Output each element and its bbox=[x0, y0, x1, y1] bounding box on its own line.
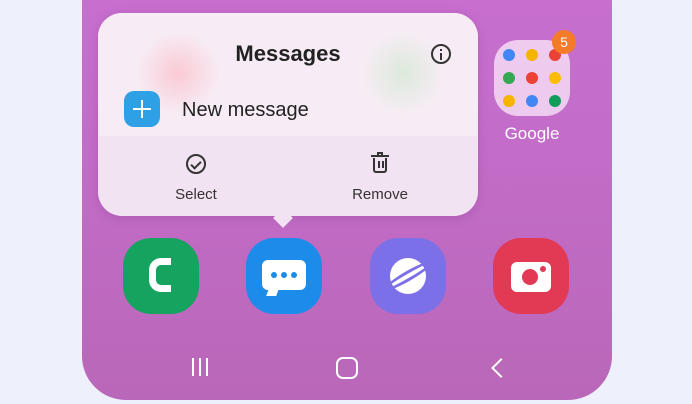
internet-app[interactable] bbox=[370, 238, 446, 314]
play-store-icon bbox=[503, 95, 515, 107]
camera-app[interactable] bbox=[493, 238, 569, 314]
google-folder-label: Google bbox=[504, 124, 560, 143]
new-message-label: New message bbox=[182, 99, 309, 121]
app-context-menu: Messages New message Select Remove bbox=[98, 13, 478, 228]
context-menu-title: Messages bbox=[235, 41, 341, 66]
meet-icon bbox=[549, 95, 561, 107]
app-info-icon[interactable] bbox=[431, 44, 451, 64]
recent-apps-icon[interactable] bbox=[190, 358, 210, 376]
back-icon[interactable] bbox=[491, 358, 511, 378]
messages-icon bbox=[262, 260, 306, 290]
context-menu-pointer bbox=[273, 208, 293, 228]
youtube-icon bbox=[526, 72, 538, 84]
tv-icon bbox=[526, 95, 538, 107]
trash-icon bbox=[371, 152, 389, 174]
select-label: Select bbox=[175, 186, 217, 203]
notification-badge: 5 bbox=[552, 30, 576, 54]
maps-icon bbox=[503, 72, 515, 84]
messages-app[interactable] bbox=[246, 238, 322, 314]
home-icon[interactable] bbox=[336, 357, 358, 379]
chrome-icon bbox=[526, 49, 538, 61]
new-message-shortcut[interactable]: New message bbox=[124, 91, 454, 129]
check-circle-icon bbox=[186, 154, 206, 174]
select-button[interactable]: Select bbox=[136, 149, 256, 209]
google-app-icon bbox=[503, 49, 515, 61]
home-screen: Messages New message Select Remove 5 Goo… bbox=[82, 0, 612, 400]
phone-app[interactable] bbox=[123, 238, 199, 314]
remove-label: Remove bbox=[352, 186, 408, 203]
phone-icon bbox=[149, 258, 171, 292]
plus-icon bbox=[124, 91, 160, 127]
photos-icon bbox=[549, 72, 561, 84]
remove-button[interactable]: Remove bbox=[320, 149, 440, 209]
